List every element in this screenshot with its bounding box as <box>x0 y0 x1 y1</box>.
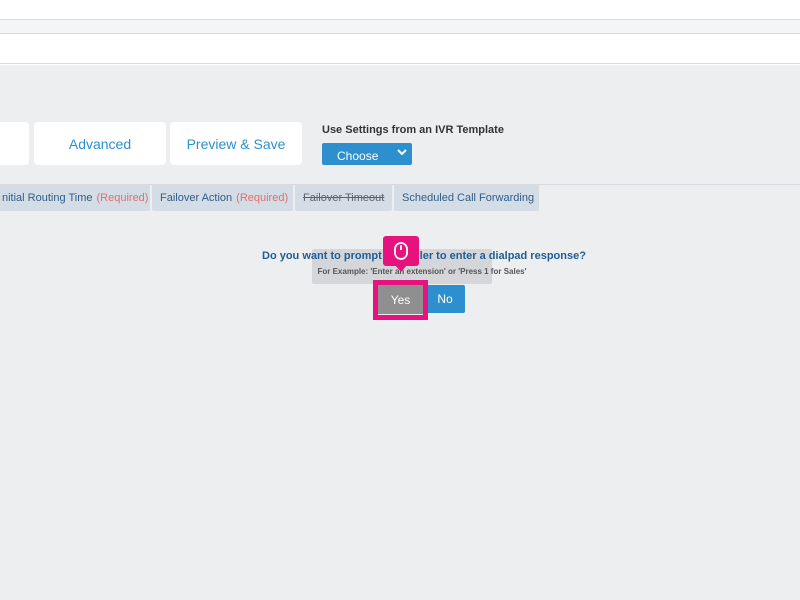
no-button[interactable]: No <box>425 285 465 313</box>
template-select-value: Choose <box>337 149 379 163</box>
subtab-label: Scheduled Call Forwarding <box>402 192 535 204</box>
tab-preview-save[interactable]: Preview & Save <box>170 122 302 165</box>
subtab-failover-timeout[interactable]: Failover Timeout <box>295 185 392 211</box>
subtab-label: nitial Routing Time <box>2 192 93 204</box>
tab-advanced-label: Advanced <box>68 135 132 152</box>
subtab-scheduled-call-forwarding[interactable]: Scheduled Call Forwarding <box>394 185 539 211</box>
tab-preview-save-label: Preview & Save <box>186 135 286 152</box>
subtab-label: Failover Action <box>160 192 233 204</box>
prompt-example: For Example: 'Enter an extension' or 'Pr… <box>317 267 527 276</box>
template-select[interactable]: Choose <box>322 143 412 165</box>
secondary-bar <box>0 35 800 64</box>
tab-previous[interactable] <box>0 122 29 165</box>
yes-button[interactable]: Yes <box>378 285 423 314</box>
template-label: Use Settings from an IVR Template <box>322 124 504 136</box>
prompt-question: Do you want to prompt the caller to ente… <box>262 250 586 262</box>
chevron-down-icon <box>396 146 408 158</box>
top-bar <box>0 0 800 20</box>
required-badge: (Required) <box>236 192 289 204</box>
subtab-initial-routing-time[interactable]: nitial Routing Time (Required) <box>0 185 150 211</box>
cursor-pointer-tail <box>395 265 407 272</box>
subtab-label: Failover Timeout <box>303 192 385 204</box>
top-bar-divider <box>0 20 800 34</box>
required-badge: (Required) <box>96 192 149 204</box>
subtab-failover-action[interactable]: Failover Action (Required) <box>152 185 293 211</box>
mouse-click-icon <box>383 236 419 266</box>
tab-advanced[interactable]: Advanced <box>34 122 166 165</box>
